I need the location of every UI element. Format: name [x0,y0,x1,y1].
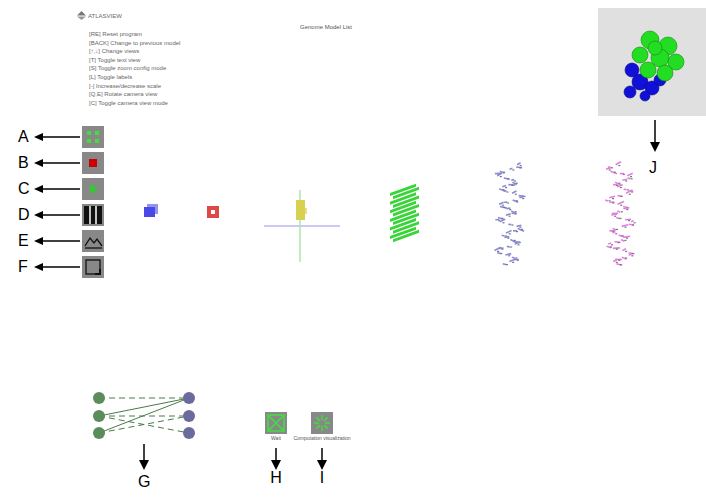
callout-label: B [18,154,34,172]
toolbar-button[interactable] [82,152,104,174]
button-caption: Wait [271,435,281,441]
burst-icon [311,412,333,434]
callout-label: C [18,180,34,198]
toolbar-button[interactable] [82,256,104,278]
toolbar: ABCDEF [18,126,104,278]
help-line: [-] Increase/decrease scale [89,82,180,91]
arrow-icon [139,120,660,470]
callout-label: D [18,206,34,224]
arrow-icon [34,158,80,168]
help-line: [↑,↓] Change views [89,47,180,56]
help-line: [C] Toggle camera view mode [89,99,180,108]
model[interactable] [207,206,219,218]
stop-icon [82,152,104,174]
toolbar-row: F [18,256,104,278]
bars-icon [82,204,104,226]
bowtie-icon [265,412,287,434]
callout-label: I [320,469,324,487]
link-graph [93,392,195,439]
toolbar-button[interactable] [82,178,104,200]
callout-label: A [18,128,34,146]
grid-icon [82,126,104,148]
arrow-icon [34,184,80,194]
viewer-canvas: ATLASVIEW Genome Model List [RE] Reset pro… [0,0,706,500]
help-line: [T] Toggle text view [89,56,180,65]
callout-label: H [270,469,282,487]
callout-label: G [138,473,150,491]
model[interactable] [390,184,419,243]
help-text: [RE] Reset program[BACK] Change to previ… [89,30,180,107]
action-button[interactable]: Wait H [236,412,316,487]
button-caption: Computation visualization [294,435,351,441]
callout-label: E [18,232,34,250]
arrow-icon [34,262,80,272]
callout-label: F [18,258,34,276]
help-line: [RE] Reset program [89,30,180,39]
model[interactable] [494,162,525,266]
help-line: [BACK] Change to previous model [89,39,180,48]
model[interactable] [605,161,636,266]
action-button[interactable]: Computation visualization I [282,412,362,487]
molecule-icon [598,8,706,116]
arrow-icon [34,236,80,246]
callout-label: J [649,159,657,177]
toolbar-button[interactable] [82,230,104,252]
toolbar-button[interactable] [82,204,104,226]
toolbar-row: E [18,230,104,252]
play-icon [82,178,104,200]
toolbar-row: C [18,178,104,200]
model[interactable] [144,204,158,217]
logo-icon [77,11,86,20]
model[interactable] [264,190,340,262]
mountain-icon [82,230,104,252]
arrow-icon [34,132,80,142]
toolbar-button[interactable] [82,126,104,148]
toolbar-row: A [18,126,104,148]
corner-icon [82,256,104,278]
arrow-icon [34,210,80,220]
help-line: [S] Toggle zoom config mode [89,64,180,73]
window-title: Genome Model List [300,24,352,30]
model-preview [598,8,706,116]
help-line: [L] Toggle labels [89,73,180,82]
logo: ATLASVIEW [77,11,122,20]
help-line: [Q,E] Rotate camera view [89,90,180,99]
toolbar-row: D [18,204,104,226]
toolbar-row: B [18,152,104,174]
